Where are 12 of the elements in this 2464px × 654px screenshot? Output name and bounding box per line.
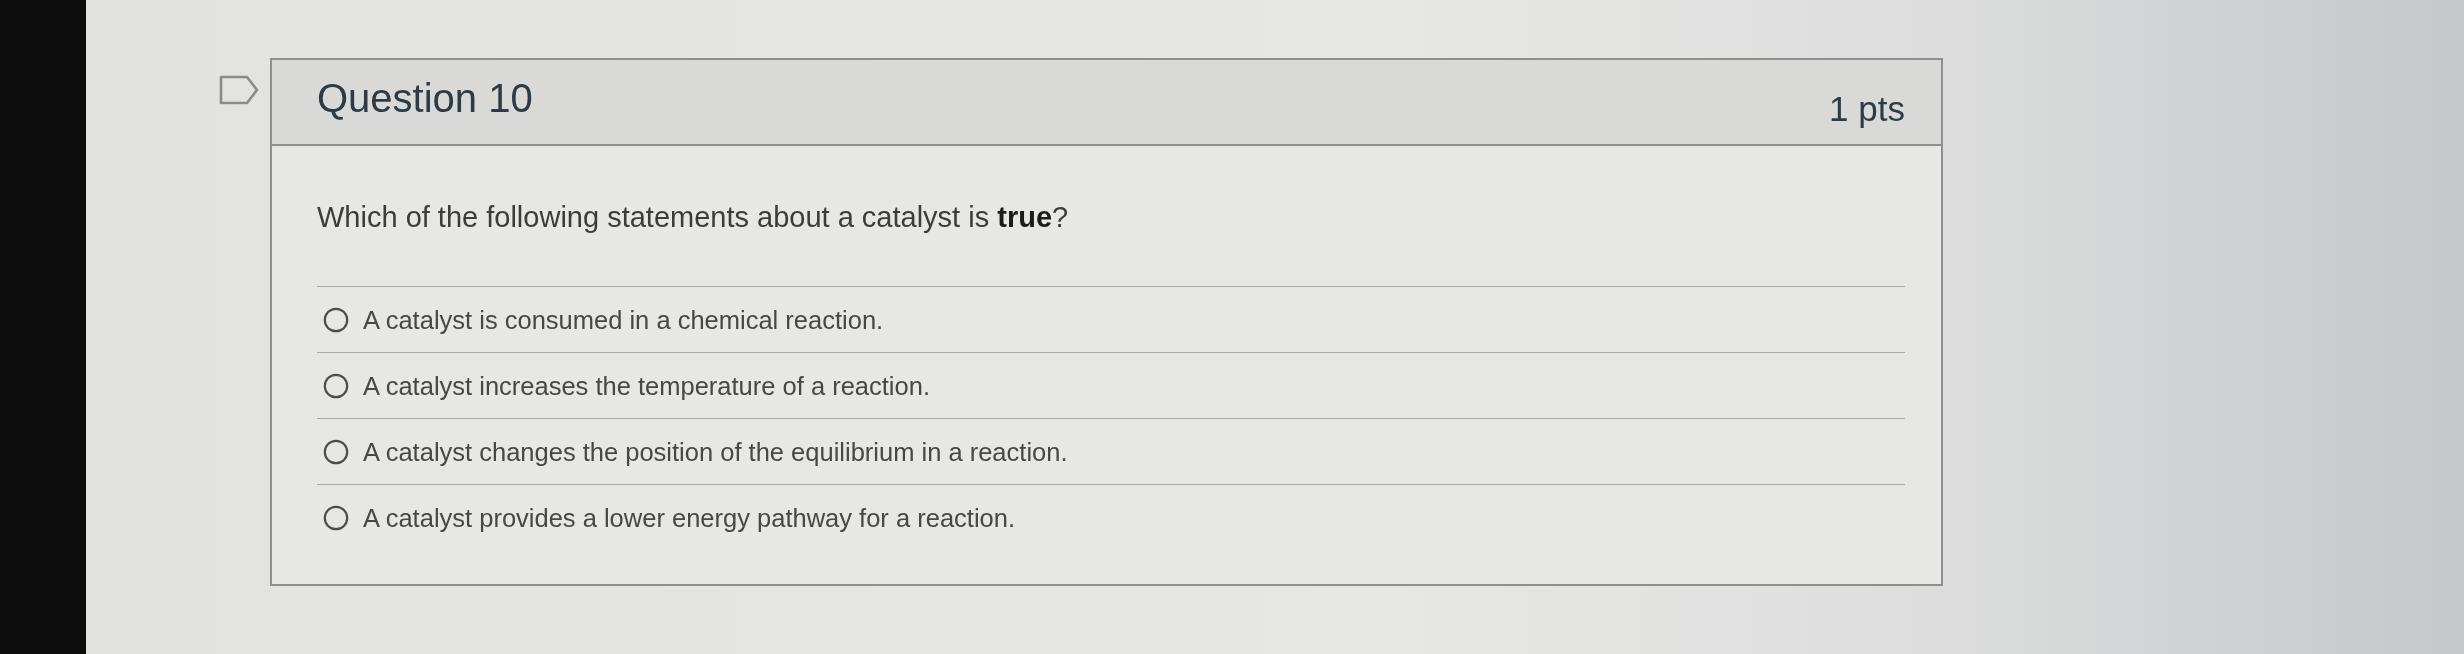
bookmark-icon[interactable] (219, 75, 259, 105)
points-label: 1 pts (1829, 89, 1905, 129)
radio-button[interactable] (323, 438, 349, 465)
answer-option-label[interactable]: A catalyst changes the position of the equilibrium in a reaction. (363, 435, 1068, 468)
answer-option-label[interactable]: A catalyst provides a lower energy pathway for a reaction. (363, 502, 1015, 534)
radio-button[interactable] (323, 505, 349, 531)
question-text: Which of the following statements about a catalyst is true? (317, 200, 1069, 235)
radio-button[interactable] (323, 306, 349, 333)
radio-button[interactable] (323, 372, 349, 399)
answer-option-label[interactable]: A catalyst increases the temperature of a reaction. (363, 369, 930, 402)
question-title: Question 10 (317, 75, 533, 121)
answer-option-label[interactable]: A catalyst is consumed in a chemical reaction. (363, 303, 884, 336)
